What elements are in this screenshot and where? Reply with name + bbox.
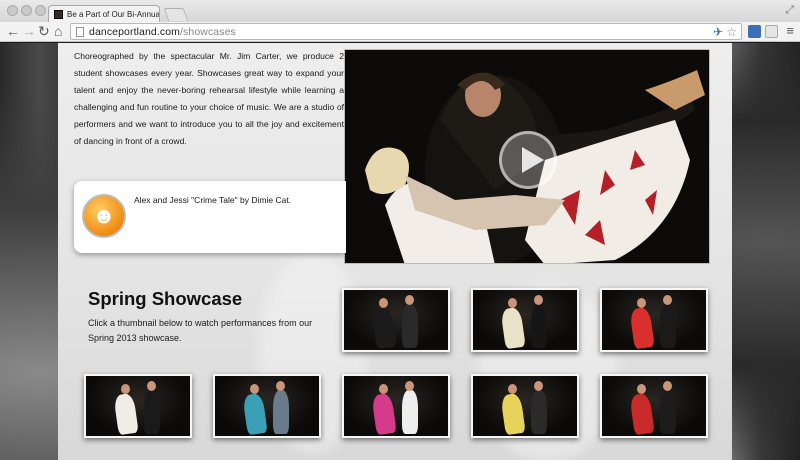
video-thumbnail[interactable]	[84, 374, 192, 438]
dancer-figure	[371, 306, 397, 350]
zoom-window-icon[interactable]	[35, 5, 46, 16]
dancer-figure	[147, 381, 156, 391]
browser-tab-bar: Be a Part of Our Bi-Annual ⤢	[0, 0, 800, 23]
season-title: Spring Showcase	[88, 288, 243, 309]
video-thumbnail[interactable]	[471, 288, 579, 352]
video-thumbnail[interactable]	[600, 288, 708, 352]
dancer-figure	[405, 295, 414, 305]
new-tab-button[interactable]	[163, 8, 189, 21]
dancer-figure	[534, 295, 543, 305]
back-icon[interactable]: ←	[6, 23, 20, 39]
content-panel: Choreographed by the spectacular Mr. Jim…	[58, 43, 732, 460]
dancer-figure	[508, 298, 517, 308]
dancer-figure	[660, 304, 676, 348]
dancer-figure	[371, 392, 397, 436]
minimize-window-icon[interactable]	[21, 5, 32, 16]
extension-bird-icon[interactable]: ✈	[713, 24, 723, 40]
play-icon[interactable]	[499, 131, 557, 189]
dancer-figure	[500, 306, 526, 350]
dancer-figure	[121, 384, 130, 394]
dancer-figure	[663, 295, 672, 305]
season-description: Click a thumbnail below to watch perform…	[88, 318, 313, 343]
dancer-figure	[405, 381, 414, 391]
address-bar[interactable]: danceportland.com/showcases ✈ ☆	[70, 23, 742, 40]
dancer-figure	[663, 381, 672, 391]
dancer-figure	[531, 390, 547, 434]
dancer-figure	[629, 306, 655, 350]
fullscreen-icon[interactable]: ⤢	[785, 4, 794, 17]
video-thumbnail[interactable]	[342, 288, 450, 352]
video-thumbnail[interactable]	[471, 374, 579, 438]
intro-text: Choreographed by the spectacular Mr. Jim…	[74, 51, 344, 146]
dancer-figure	[531, 304, 547, 348]
theater-masks-icon: ☻	[82, 194, 126, 238]
video-thumbnail[interactable]	[342, 374, 450, 438]
tab-active[interactable]: Be a Part of Our Bi-Annual	[48, 5, 160, 23]
dancer-figure	[500, 392, 526, 436]
featured-video[interactable]	[344, 49, 710, 264]
dancer-figure	[534, 381, 543, 391]
dancer-figure	[660, 390, 676, 434]
dancer-figure	[637, 384, 646, 394]
video-thumbnail[interactable]	[213, 374, 321, 438]
dancer-figure	[379, 298, 388, 308]
site-favicon-icon	[54, 10, 63, 19]
web-page: Choreographed by the spectacular Mr. Jim…	[0, 43, 800, 460]
dancer-figure	[242, 392, 268, 436]
video-caption: Alex and Jessi "Crime Tale" by Dimie Cat…	[134, 195, 292, 205]
page-icon	[76, 27, 84, 37]
dancer-figure	[379, 384, 388, 394]
bookmark-star-icon[interactable]: ☆	[726, 24, 737, 40]
extension-cast-icon[interactable]	[765, 25, 778, 38]
dancer-figure	[250, 384, 259, 394]
dancer-figure	[276, 381, 285, 391]
video-caption-card[interactable]: ☻ Alex and Jessi "Crime Tale" by Dimie C…	[74, 181, 346, 253]
video-thumbnail[interactable]	[600, 374, 708, 438]
browser-toolbar: ← → ↻ ⌂ danceportland.com/showcases ✈ ☆ …	[0, 22, 800, 42]
dancer-figure	[637, 298, 646, 308]
tab-title: Be a Part of Our Bi-Annual	[67, 10, 160, 19]
dancer-figure	[113, 392, 139, 436]
menu-icon[interactable]: ≡	[786, 23, 794, 38]
home-icon[interactable]: ⌂	[54, 23, 62, 39]
forward-icon[interactable]: →	[22, 23, 36, 39]
dancer-figure	[629, 392, 655, 436]
close-window-icon[interactable]	[7, 5, 18, 16]
dancer-figure	[508, 384, 517, 394]
dancer-figure	[144, 390, 160, 434]
dancer-figure	[402, 304, 418, 348]
reload-icon[interactable]: ↻	[38, 23, 50, 39]
url-text: danceportland.com/showcases	[89, 26, 236, 38]
dancer-figure	[402, 390, 418, 434]
dancer-figure	[273, 390, 289, 434]
extension-badge-icon[interactable]	[748, 25, 761, 38]
